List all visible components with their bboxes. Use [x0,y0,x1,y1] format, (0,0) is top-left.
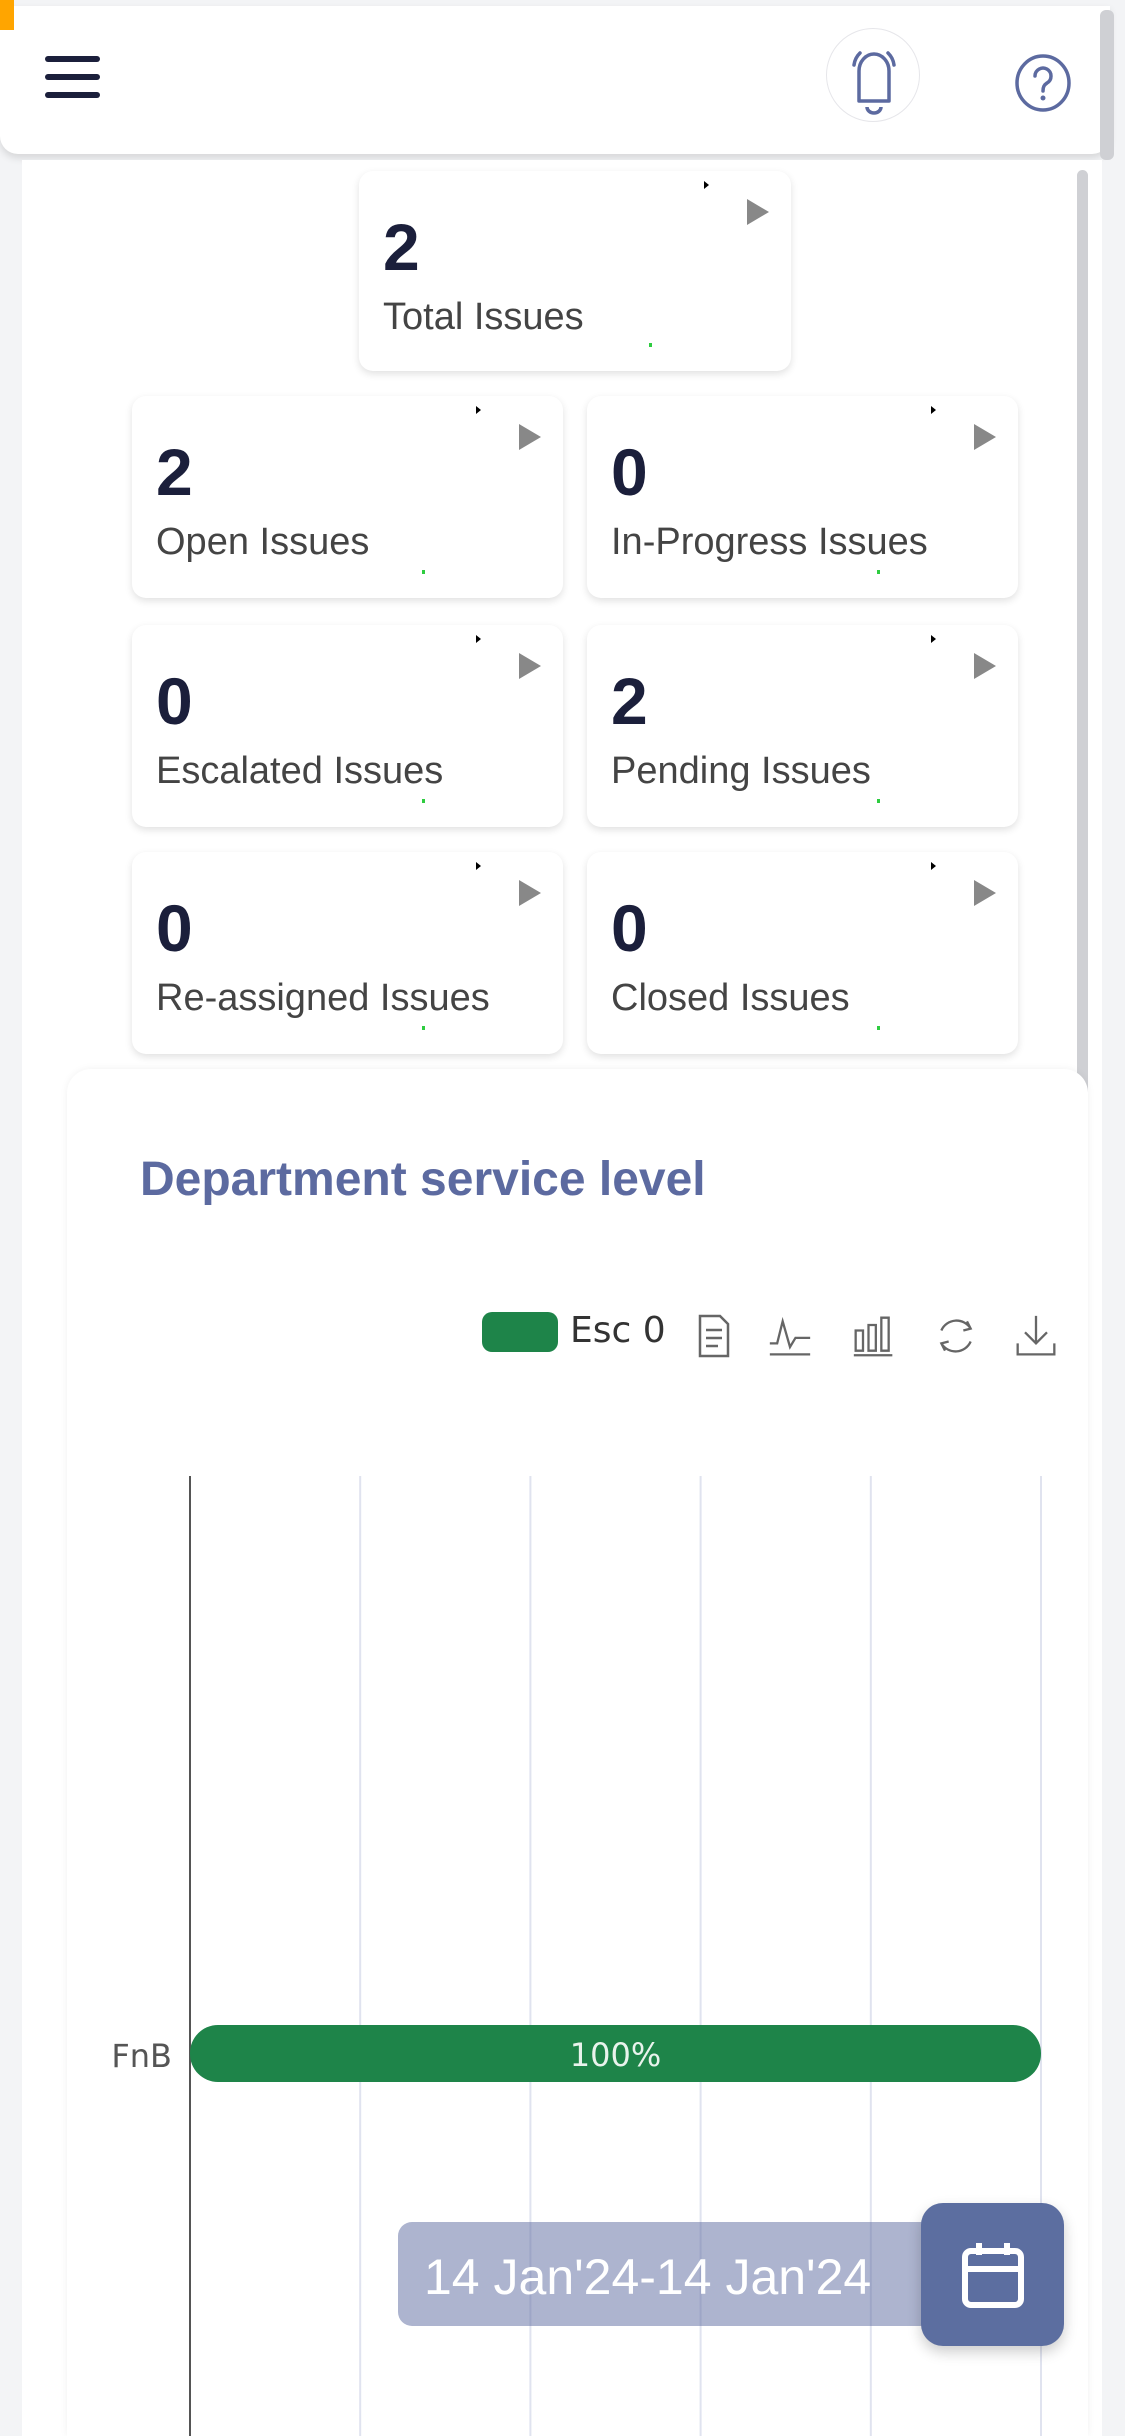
question-circle-icon[interactable] [1014,54,1072,112]
card-label: Pending Issues [611,750,871,792]
restore-icon[interactable] [934,1312,978,1360]
issue-card[interactable]: 0 Closed Issues [587,852,1018,1054]
page-scrollbar[interactable] [1100,10,1114,160]
card-label: Total Issues [383,296,584,338]
chart-title: Department service level [140,1153,706,1206]
date-range-display[interactable]: 14 Jan'24-14 Jan'24 [398,2222,938,2326]
card-value: 2 [156,435,193,509]
marker-icon [476,862,481,870]
marker-icon [877,1026,880,1030]
play-arrow-icon[interactable] [974,880,996,906]
play-arrow-icon[interactable] [747,199,769,225]
marker-icon [877,799,880,803]
issue-card[interactable]: 2 Open Issues [132,396,563,598]
marker-icon [931,635,936,643]
bar-data-label: 100% [570,2036,661,2074]
play-arrow-icon[interactable] [519,880,541,906]
marker-icon [704,181,709,189]
legend-swatch[interactable] [482,1312,558,1352]
issue-card[interactable]: 0 Escalated Issues [132,625,563,827]
total-issues-card[interactable]: 2 Total Issues [359,171,791,371]
marker-icon [877,570,880,574]
card-label: In-Progress Issues [611,521,928,563]
issue-card[interactable]: 0 Re-assigned Issues [132,852,563,1054]
marker-icon [422,799,425,803]
line-chart-icon[interactable] [768,1312,812,1360]
play-arrow-icon[interactable] [974,424,996,450]
card-label: Re-assigned Issues [156,977,490,1019]
data-view-icon[interactable] [692,1312,736,1360]
marker-icon [422,1026,425,1030]
marker-icon [476,406,481,414]
marker-icon [476,635,481,643]
card-label: Escalated Issues [156,750,444,792]
card-value: 0 [611,435,648,509]
marker-icon [649,343,652,347]
calendar-icon [962,2243,1024,2308]
card-value: 0 [156,891,193,965]
card-value: 0 [156,664,193,738]
play-arrow-icon[interactable] [519,653,541,679]
marker-icon [931,406,936,414]
issue-card[interactable]: 0 In-Progress Issues [587,396,1018,598]
marker-icon [931,862,936,870]
legend-label[interactable]: Esc 0 [570,1310,666,1351]
marker-icon [422,570,425,574]
card-label: Open Issues [156,521,370,563]
calendar-button[interactable] [921,2203,1064,2346]
card-value: 2 [611,664,648,738]
issue-card[interactable]: 2 Pending Issues [587,625,1018,827]
top-bar [0,6,1110,154]
bell-icon[interactable] [826,28,920,122]
card-label: Closed Issues [611,977,850,1019]
play-arrow-icon[interactable] [974,653,996,679]
play-arrow-icon[interactable] [519,424,541,450]
category-label: FnB [111,2037,172,2075]
bar-chart-icon[interactable] [852,1312,896,1360]
card-value: 2 [383,210,420,284]
card-value: 0 [611,891,648,965]
download-icon[interactable] [1014,1312,1058,1360]
status-indicator [0,0,14,30]
